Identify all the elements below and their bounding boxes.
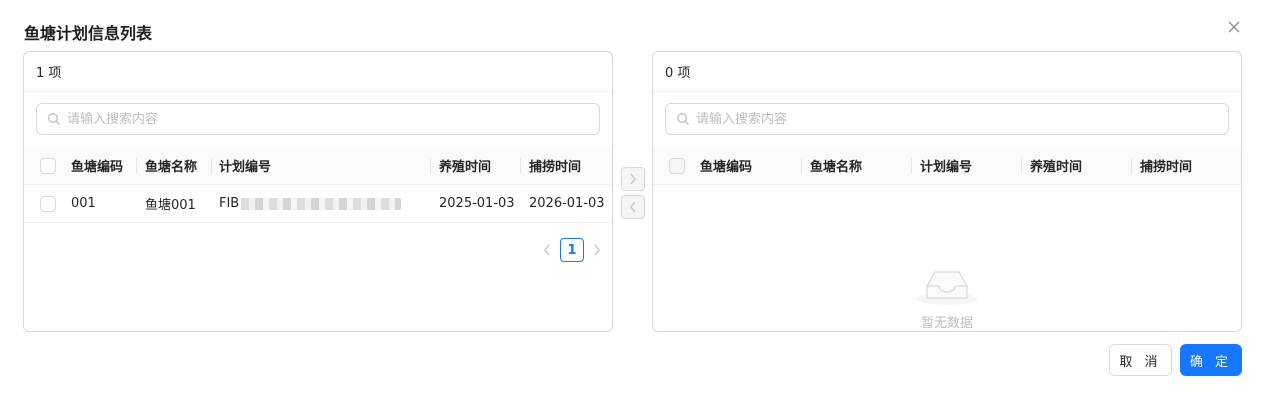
col-pond-code[interactable]: 鱼塘编码 [699,147,801,185]
cell-catch-time: 2026-01-03 [529,196,605,211]
redacted-plan-number [241,197,402,210]
chevron-right-icon [630,173,636,185]
source-search-input[interactable] [67,111,589,127]
modal: 鱼塘计划信息列表 1 项 鱼塘编码 鱼塘名称 计划编号 养殖时间 捕捞时间 00… [0,0,1265,395]
cell-pond-name: 鱼塘001 [145,198,196,213]
select-all-cell [24,147,70,185]
col-pond-name[interactable]: 鱼塘名称 [801,147,911,185]
target-count-header: 0 项 [653,52,1241,92]
transfer-operations [621,167,645,219]
source-table-header: 鱼塘编码 鱼塘名称 计划编号 养殖时间 捕捞时间 [24,147,612,185]
col-breed-time[interactable]: 养殖时间 [1021,147,1131,185]
source-count-header: 1 项 [24,52,612,92]
chevron-left-icon [630,201,636,213]
cell-breed-time: 2025-01-03 [439,196,515,211]
move-to-right-button[interactable] [621,167,645,191]
row-checkbox[interactable] [40,195,56,212]
table-row[interactable]: 001 鱼塘001 FIB 2025-01-03 2026-01-03 [24,185,612,223]
col-plan-number[interactable]: 计划编号 [911,147,1021,185]
cell-plan-number: FIB [211,185,430,223]
source-search-box[interactable] [36,103,600,135]
empty-inbox-icon [917,271,977,305]
move-to-left-button[interactable] [621,195,645,219]
modal-title: 鱼塘计划信息列表 [24,24,153,43]
select-all-checkbox[interactable] [40,157,56,174]
source-count-label: 1 项 [36,66,62,81]
col-breed-time[interactable]: 养殖时间 [430,147,520,185]
target-search-box[interactable] [665,103,1229,135]
plan-number-prefix: FIB [219,196,240,211]
search-icon [677,113,689,125]
empty-state: 暂无数据 [653,264,1241,331]
select-all-cell [653,147,699,185]
row-select-cell [24,185,70,223]
source-list-panel: 1 项 鱼塘编码 鱼塘名称 计划编号 养殖时间 捕捞时间 001 鱼塘001 F… [23,51,613,332]
cell-pond-code: 001 [71,196,96,211]
ok-button[interactable]: 确 定 [1180,344,1242,376]
chevron-right-icon[interactable] [590,238,604,262]
empty-text: 暂无数据 [920,316,973,331]
col-plan-number[interactable]: 计划编号 [211,147,430,185]
cancel-button[interactable]: 取 消 [1109,344,1172,376]
col-pond-code[interactable]: 鱼塘编码 [70,147,136,185]
col-catch-time[interactable]: 捕捞时间 [1131,147,1241,185]
col-catch-time[interactable]: 捕捞时间 [520,147,612,185]
target-list-panel: 0 项 鱼塘编码 鱼塘名称 计划编号 养殖时间 捕捞时间 暂无数据 [652,51,1242,332]
page-number-current[interactable]: 1 [560,238,584,262]
search-icon [48,113,60,125]
target-count-label: 0 项 [665,66,691,81]
col-pond-name[interactable]: 鱼塘名称 [136,147,211,185]
select-all-checkbox[interactable] [669,157,685,174]
pagination: 1 [540,238,604,262]
chevron-left-icon[interactable] [540,238,554,262]
target-search-input[interactable] [696,111,1218,127]
close-icon[interactable] [1223,16,1245,38]
target-table-header: 鱼塘编码 鱼塘名称 计划编号 养殖时间 捕捞时间 [653,147,1241,185]
